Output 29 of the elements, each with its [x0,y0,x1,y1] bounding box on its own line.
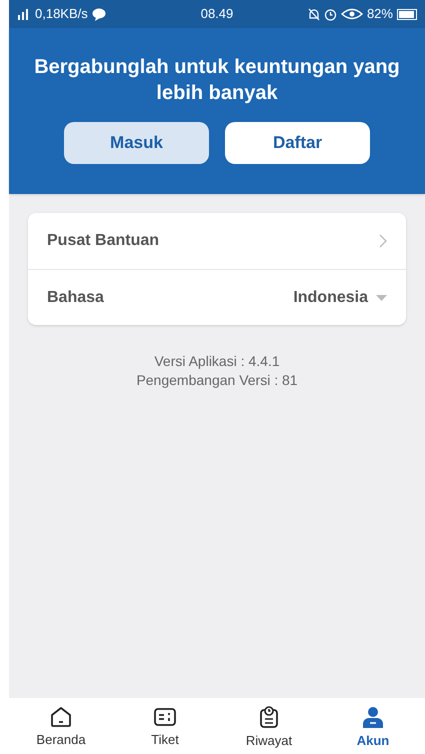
auth-button[interactable]: Daftar [225,122,370,164]
settings-row[interactable]: Bahasa Indonesia [28,269,406,325]
nav-tab[interactable]: Akun [333,701,413,751]
battery-percent: 82% [366,5,393,24]
nav-tab[interactable]: Riwayat [229,701,309,751]
eye-icon [340,8,363,20]
chevron-right-icon [379,234,387,248]
alarm-icon [324,8,337,20]
banner-title: Bergabunglah untuk keuntungan yang lebih banyak [33,55,401,106]
chat-bubble-icon [92,8,106,20]
signal-icon [17,8,31,20]
nav-tab[interactable]: Beranda [21,702,101,750]
home-icon [50,706,72,728]
auth-button[interactable]: Masuk [64,122,209,164]
battery-icon [396,8,417,20]
dropdown-caret-icon [376,294,387,300]
setting-label: Bahasa [47,288,105,308]
version-text: Pengembangan Versi : 81 [136,371,298,390]
clipboard-clock-icon [258,705,280,730]
nav-tab[interactable]: Tiket [125,702,205,750]
language-value: Indonesia [293,288,368,308]
network-speed: 0,18KB/s [35,5,88,24]
bell-off-icon [308,8,320,20]
setting-label: Pusat Bantuan [47,231,160,251]
clock-time: 08.49 [200,5,234,24]
ticket-icon [153,706,177,728]
person-icon [361,705,385,730]
settings-row[interactable]: Pusat Bantuan [28,213,406,269]
version-text: Versi Aplikasi : 4.4.1 [154,352,280,371]
